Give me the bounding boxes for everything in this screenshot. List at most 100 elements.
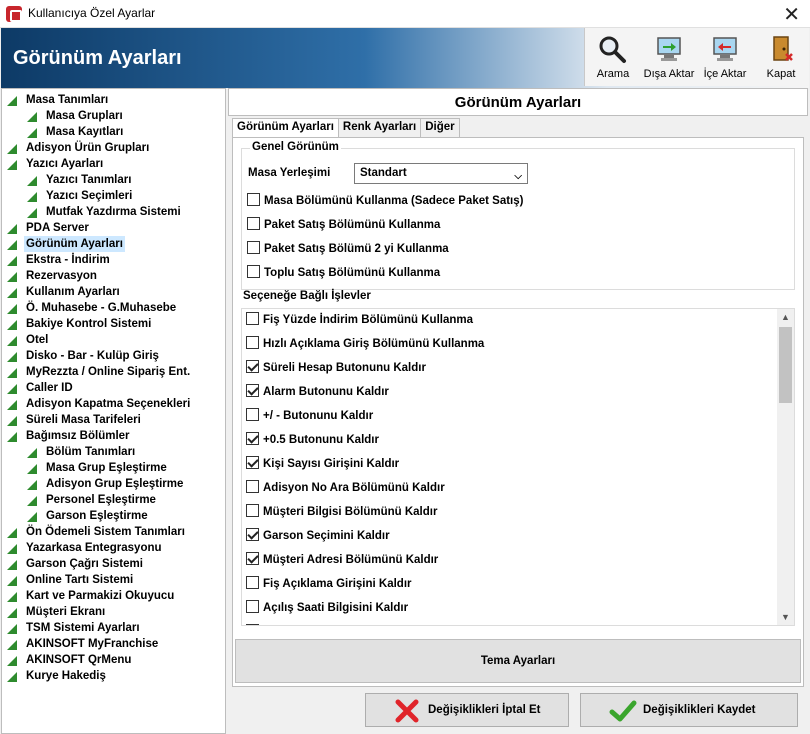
- tree-item[interactable]: Adisyon Kapatma Seçenekleri: [2, 396, 225, 412]
- checkbox[interactable]: [246, 528, 259, 541]
- tree-item[interactable]: Yazıcı Tanımları: [2, 172, 225, 188]
- checkbox[interactable]: [246, 384, 259, 397]
- list-item[interactable]: +/ - Butonunu Kaldır: [246, 404, 373, 428]
- save-changes-button[interactable]: Değişiklikleri Kaydet: [580, 693, 798, 727]
- tree-item[interactable]: Garson Çağrı Sistemi: [2, 556, 225, 572]
- checkbox[interactable]: [247, 193, 260, 206]
- tree-item[interactable]: Caller ID: [2, 380, 225, 396]
- export-button[interactable]: Dışa Aktar: [641, 28, 697, 86]
- tree-item-label: Bölüm Tanımları: [46, 446, 136, 458]
- tema-ayarlari-button[interactable]: Tema Ayarları: [235, 639, 801, 683]
- checkbox[interactable]: [246, 456, 259, 469]
- list-item[interactable]: Adisyon No Ara Bölümünü Kaldır: [246, 476, 445, 500]
- scroll-down-icon[interactable]: ▼: [777, 609, 794, 625]
- list-item[interactable]: Kişi Sayısı Girişini Kaldır: [246, 452, 399, 476]
- tree-item[interactable]: Ö. Muhasebe - G.Muhasebe: [2, 300, 225, 316]
- checkbox[interactable]: [246, 312, 259, 325]
- options-scrollbar[interactable]: ▲ ▼: [777, 309, 794, 625]
- tree-item[interactable]: Online Tartı Sistemi: [2, 572, 225, 588]
- tree-item[interactable]: Kart ve Parmakizi Okuyucu: [2, 588, 225, 604]
- checkbox[interactable]: [246, 504, 259, 517]
- tree-item[interactable]: Yazıcı Ayarları: [2, 156, 225, 172]
- tree-item[interactable]: Masa Grup Eşleştirme: [2, 460, 225, 476]
- tree-item[interactable]: Ön Ödemeli Sistem Tanımları: [2, 524, 225, 540]
- list-item[interactable]: Fiş Yüzde İndirim Bölümünü Kullanma: [246, 309, 473, 332]
- tree-item[interactable]: Süreli Masa Tarifeleri: [2, 412, 225, 428]
- checkbox[interactable]: [246, 360, 259, 373]
- checkbox[interactable]: [246, 600, 259, 613]
- general-option[interactable]: Paket Satış Bölümü 2 yi Kullanma: [247, 241, 449, 255]
- close-icon[interactable]: ✕: [783, 2, 800, 27]
- tree-item[interactable]: Rezervasyon: [2, 268, 225, 284]
- tree-item[interactable]: MyRezzta / Online Sipariş Ent.: [2, 364, 225, 380]
- tree-arrow-icon: [7, 240, 17, 250]
- checkbox[interactable]: [246, 576, 259, 589]
- tree-item[interactable]: AKINSOFT QrMenu: [2, 652, 225, 668]
- masa-yerlesimi-select[interactable]: Standart ⌵: [354, 163, 528, 184]
- tree-item[interactable]: Kurye Hakediş: [2, 668, 225, 684]
- checkbox[interactable]: [247, 265, 260, 278]
- tree-item[interactable]: Mutfak Yazdırma Sistemi: [2, 204, 225, 220]
- tree-item[interactable]: Personel Eşleştirme: [2, 492, 225, 508]
- import-button[interactable]: İçe Aktar: [697, 28, 753, 86]
- list-item-label: Süreli Hesap Butonunu Kaldır: [263, 362, 426, 374]
- checkbox[interactable]: [246, 624, 259, 625]
- tree-item[interactable]: Otel: [2, 332, 225, 348]
- scroll-thumb[interactable]: [779, 327, 792, 403]
- tree-item[interactable]: Bölüm Tanımları: [2, 444, 225, 460]
- tree-item[interactable]: PDA Server: [2, 220, 225, 236]
- checkbox[interactable]: [246, 432, 259, 445]
- tree-item[interactable]: Masa Grupları: [2, 108, 225, 124]
- checkbox[interactable]: [247, 217, 260, 230]
- tree-item[interactable]: Bakiye Kontrol Sistemi: [2, 316, 225, 332]
- list-item[interactable]: Süreli Hesap Butonunu Kaldır: [246, 356, 426, 380]
- cancel-changes-label: Değişiklikleri İptal Et: [428, 704, 541, 716]
- list-item[interactable]: Özel Kod Girisini Kaldır: [246, 620, 391, 625]
- tree-item[interactable]: Bağımsız Bölümler: [2, 428, 225, 444]
- list-item[interactable]: Müşteri Adresi Bölümünü Kaldır: [246, 548, 438, 572]
- checkbox[interactable]: [246, 336, 259, 349]
- tree-item[interactable]: Adisyon Grup Eşleştirme: [2, 476, 225, 492]
- tree-arrow-icon: [7, 624, 17, 634]
- page-header: Görünüm Ayarları Arama Dışa Aktar İçe Ak…: [1, 28, 809, 88]
- tab-diger[interactable]: Diğer: [420, 118, 460, 138]
- tree-item[interactable]: Masa Kayıtları: [2, 124, 225, 140]
- tree-item[interactable]: Disko - Bar - Kulüp Giriş: [2, 348, 225, 364]
- cancel-changes-button[interactable]: Değişiklikleri İptal Et: [365, 693, 569, 727]
- list-item[interactable]: Hızlı Açıklama Giriş Bölümünü Kullanma: [246, 332, 484, 356]
- tree-item[interactable]: Garson Eşleştirme: [2, 508, 225, 524]
- checkbox[interactable]: [246, 480, 259, 493]
- list-item[interactable]: Garson Seçimini Kaldır: [246, 524, 390, 548]
- checkbox[interactable]: [246, 408, 259, 421]
- tree-item[interactable]: Yazıcı Seçimleri: [2, 188, 225, 204]
- tree-item[interactable]: Görünüm Ayarları: [2, 236, 225, 252]
- close-button[interactable]: Kapat: [753, 28, 809, 86]
- tab-gorunum-ayarlari[interactable]: Görünüm Ayarları: [232, 118, 339, 138]
- list-item[interactable]: +0.5 Butonunu Kaldır: [246, 428, 379, 452]
- scroll-up-icon[interactable]: ▲: [777, 309, 794, 325]
- list-item[interactable]: Fiş Açıklama Girişini Kaldır: [246, 572, 412, 596]
- checkbox[interactable]: [246, 552, 259, 565]
- general-option[interactable]: Paket Satış Bölümünü Kullanma: [247, 217, 440, 231]
- general-option-label: Toplu Satış Bölümünü Kullanma: [264, 267, 441, 279]
- tree-item[interactable]: Kullanım Ayarları: [2, 284, 225, 300]
- tree-item[interactable]: Adisyon Ürün Grupları: [2, 140, 225, 156]
- tree-item[interactable]: Masa Tanımları: [2, 92, 225, 108]
- checkbox[interactable]: [247, 241, 260, 254]
- tree-arrow-icon: [7, 304, 17, 314]
- general-option-label: Paket Satış Bölümü 2 yi Kullanma: [264, 243, 449, 255]
- tree-item[interactable]: AKINSOFT MyFranchise: [2, 636, 225, 652]
- tree-item[interactable]: Ekstra - İndirim: [2, 252, 225, 268]
- tree-item[interactable]: TSM Sistemi Ayarları: [2, 620, 225, 636]
- general-option[interactable]: Masa Bölümünü Kullanma (Sadece Paket Sat…: [247, 193, 523, 207]
- search-button[interactable]: Arama: [585, 28, 641, 86]
- tree-item[interactable]: Müşteri Ekranı: [2, 604, 225, 620]
- tree-arrow-icon: [7, 144, 17, 154]
- list-item[interactable]: Müşteri Bilgisi Bölümünü Kaldır: [246, 500, 437, 524]
- list-item[interactable]: Açılış Saati Bilgisini Kaldır: [246, 596, 408, 620]
- general-option[interactable]: Toplu Satış Bölümünü Kullanma: [247, 265, 440, 279]
- tree-arrow-icon: [27, 176, 37, 186]
- tab-renk-ayarlari[interactable]: Renk Ayarları: [337, 118, 422, 138]
- tree-item[interactable]: Yazarkasa Entegrasyonu: [2, 540, 225, 556]
- list-item[interactable]: Alarm Butonunu Kaldır: [246, 380, 389, 404]
